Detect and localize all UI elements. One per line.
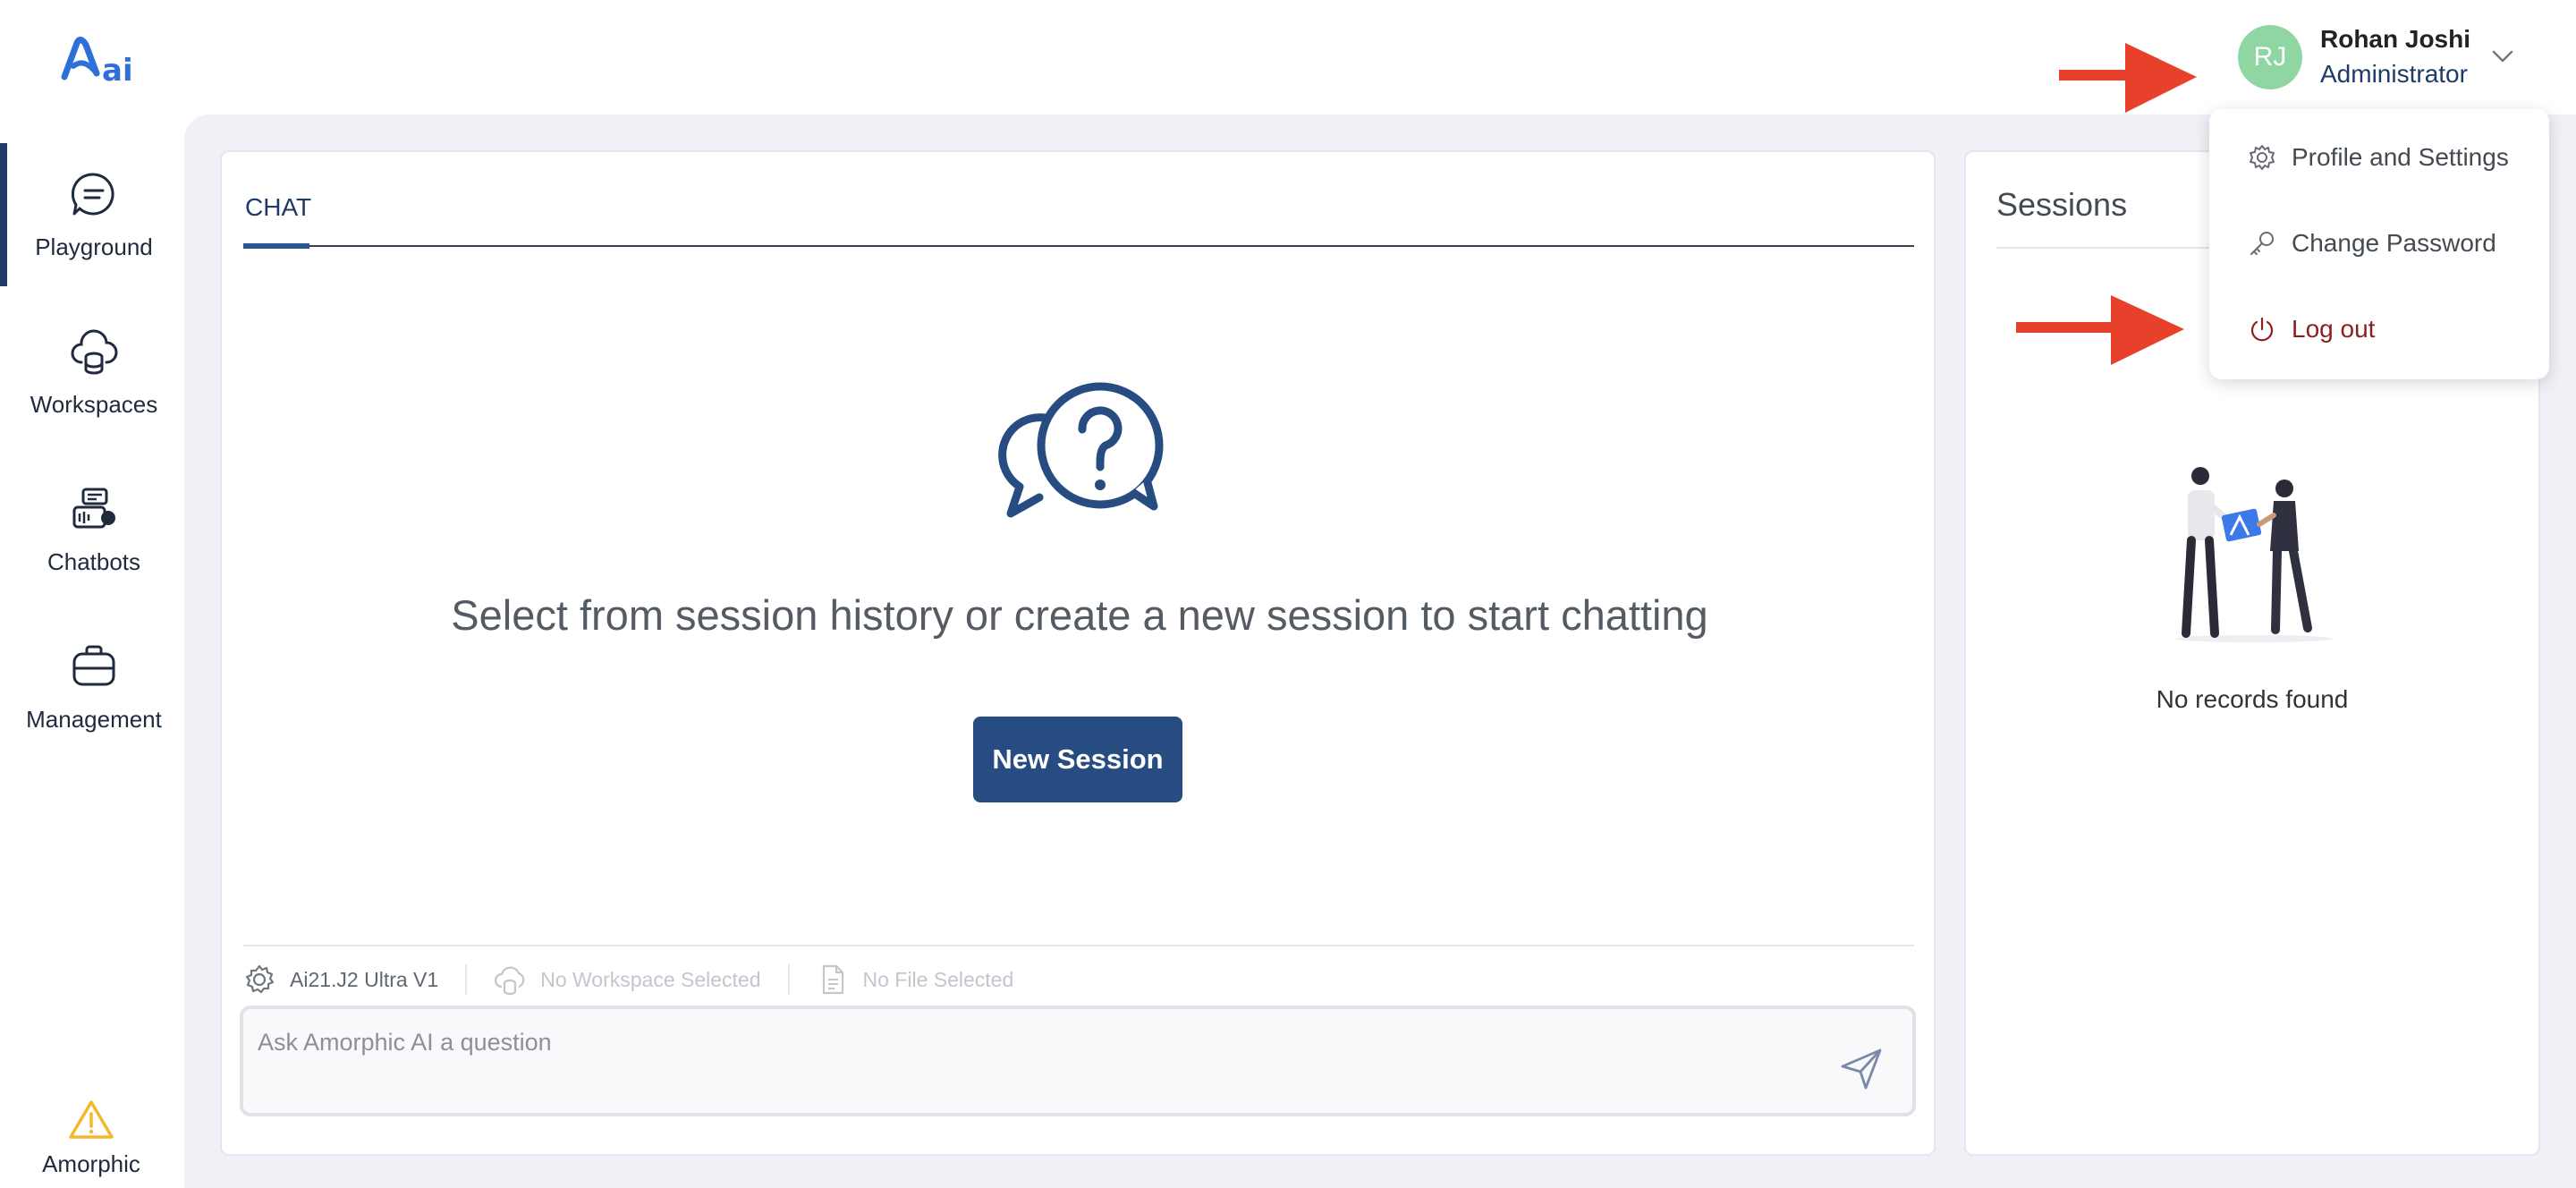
user-dropdown-menu: Profile and Settings Change Password Log… (2209, 109, 2549, 379)
gear-icon (2250, 145, 2275, 170)
file-icon (822, 964, 843, 995)
model-selector[interactable]: Ai21.J2 Ultra V1 (243, 963, 438, 996)
power-icon (2250, 317, 2274, 342)
separator (465, 964, 468, 995)
chat-panel: CHAT Select from session history or crea… (220, 150, 1936, 1156)
annotation-arrow-icon (2059, 43, 2197, 113)
workspace-selector[interactable]: No Workspace Selected (494, 963, 761, 996)
sidebar-item-label: Chatbots (47, 547, 141, 575)
user-role: Administrator (2320, 60, 2468, 88)
menu-item-label: Change Password (2292, 229, 2496, 257)
footer-brand: Amorphic (0, 1099, 182, 1178)
file-selector[interactable]: No File Selected (817, 963, 1014, 996)
menu-item-change-password[interactable]: Change Password (2249, 216, 2496, 270)
model-name: Ai21.J2 Ultra V1 (290, 967, 439, 991)
sidebar-item-workspaces[interactable]: Workspaces (0, 301, 188, 444)
menu-item-label: Log out (2292, 315, 2376, 343)
composer-options: Ai21.J2 Ultra V1 No Workspace Selected N… (243, 961, 1013, 998)
sidebar-item-chatbots[interactable]: Chatbots (0, 458, 188, 601)
sidebar-item-label: Workspaces (30, 390, 158, 418)
chatbot-icon (72, 488, 115, 528)
avatar: RJ (2238, 25, 2302, 89)
tab-bar: CHAT (243, 152, 1914, 249)
annotation-arrow-icon (2016, 295, 2184, 365)
cloud-database-icon (71, 328, 118, 374)
gear-icon (245, 964, 275, 994)
tab-chat[interactable]: CHAT (243, 193, 313, 249)
sidebar-item-management[interactable]: Management (0, 615, 188, 759)
sessions-title: Sessions (1996, 186, 2128, 223)
menu-item-profile-settings[interactable]: Profile and Settings (2249, 131, 2509, 184)
send-icon[interactable] (1839, 1047, 1884, 1091)
menu-item-label: Profile and Settings (2292, 143, 2509, 171)
chevron-down-icon[interactable] (2490, 47, 2515, 66)
user-name: Rohan Joshi (2320, 25, 2471, 53)
sidebar-item-playground[interactable]: Playground (0, 143, 188, 286)
chat-input[interactable] (240, 1006, 1916, 1116)
sidebar-item-label: Management (26, 705, 162, 733)
question-chat-icon (998, 382, 1164, 518)
footer-label: Amorphic (42, 1150, 140, 1177)
separator (787, 964, 790, 995)
empty-state-illustration (2175, 467, 2333, 642)
sidebar: Playground Workspaces Chatbots Managemen… (0, 116, 188, 1188)
amorphic-ai-logo[interactable]: ai (61, 30, 140, 88)
workspace-name: No Workspace Selected (540, 967, 761, 991)
divider (243, 945, 1914, 946)
warning-triangle-icon (69, 1100, 114, 1139)
key-icon (2250, 232, 2274, 255)
briefcase-icon (72, 645, 115, 685)
empty-chat-message: Select from session history or create a … (451, 591, 1708, 639)
user-profile-toggle[interactable]: RJ Rohan Joshi Administrator (2238, 25, 2470, 89)
cloud-database-icon (495, 966, 525, 996)
chat-bubble-icon (71, 172, 114, 215)
file-name: No File Selected (862, 967, 1014, 991)
svg-text:ai: ai (102, 53, 133, 88)
new-session-button[interactable]: New Session (973, 717, 1182, 802)
no-records-message: No records found (2156, 685, 2349, 713)
sidebar-item-label: Playground (35, 233, 153, 260)
menu-item-log-out[interactable]: Log out (2249, 302, 2375, 356)
